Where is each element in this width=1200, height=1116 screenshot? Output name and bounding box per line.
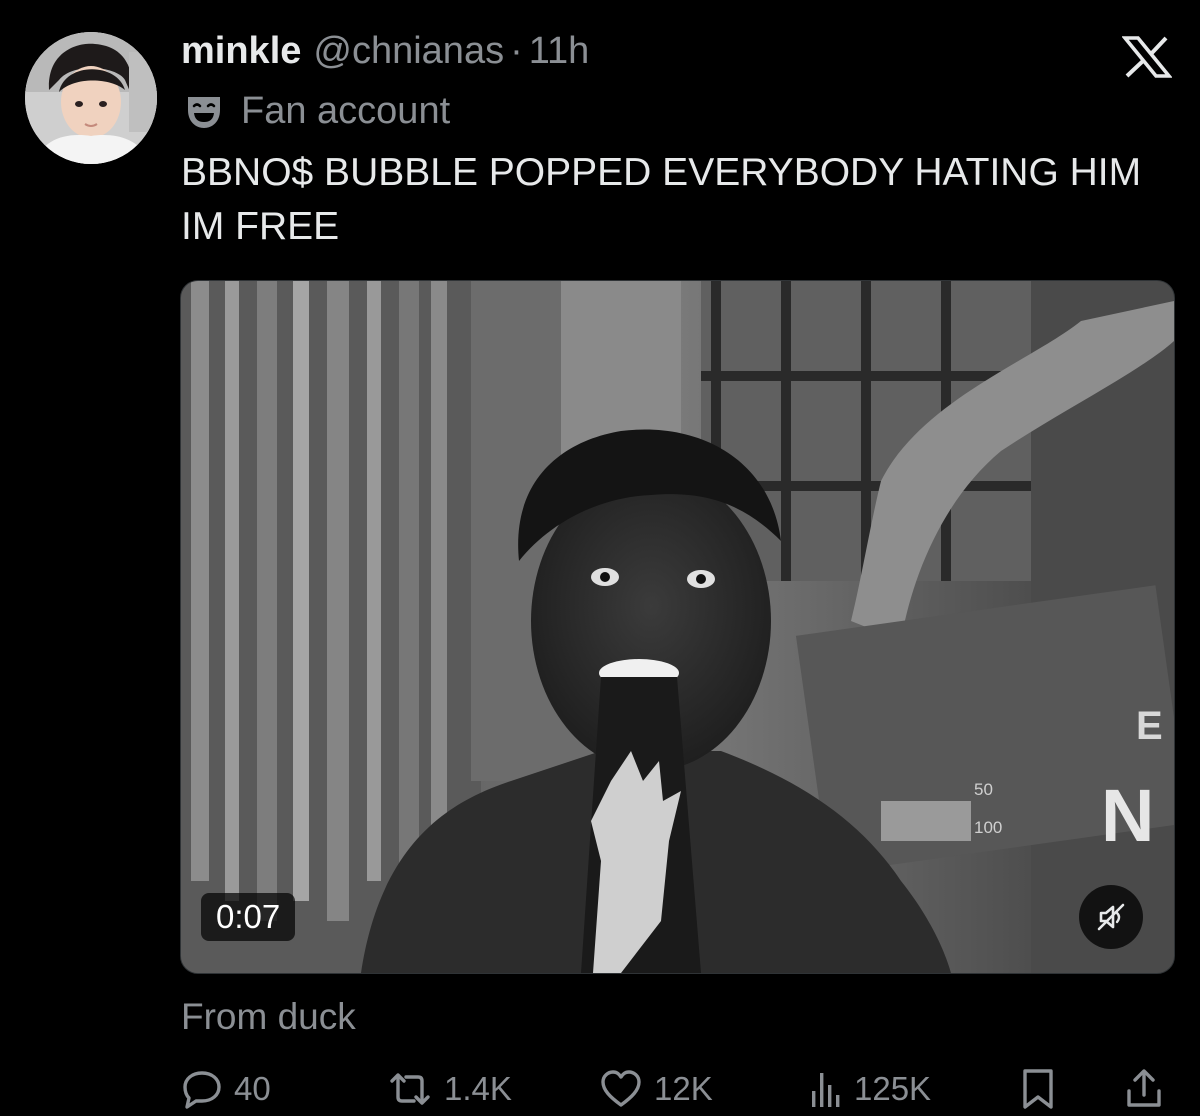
affiliation-label: Fan account (241, 89, 451, 132)
tweet-card: minkle @chnianas · 11h Fan account BBNO$… (0, 0, 1200, 1116)
scoreboard-top: 50 (974, 780, 993, 799)
repost-count: 1.4K (444, 1070, 512, 1107)
heart-icon (601, 1070, 641, 1107)
bookmark-button[interactable] (1018, 1062, 1058, 1116)
tweet-text: BBNO$ BUBBLE POPPED EVERYBODY HATING HIM… (181, 151, 1152, 248)
sign-text-bottom: N (1101, 774, 1154, 857)
view-count: 125K (854, 1070, 932, 1107)
video-source-attribution[interactable]: From duck (181, 996, 356, 1038)
bookmark-icon (1023, 1069, 1053, 1109)
display-name[interactable]: minkle (181, 30, 301, 73)
video-player[interactable]: 50 100 E N 0:07 (180, 280, 1175, 974)
like-button[interactable]: 12K (598, 1062, 713, 1116)
repost-button[interactable]: 1.4K (386, 1062, 512, 1116)
affiliation-badge: Fan account (181, 88, 450, 134)
timestamp[interactable]: 11h (529, 30, 590, 73)
sign-text-top: E (1136, 704, 1163, 748)
video-frame: 50 100 E N (181, 281, 1174, 973)
tweet-header: minkle @chnianas · 11h (181, 30, 589, 78)
bar-chart-icon (812, 1073, 840, 1107)
views-button[interactable]: 125K (810, 1062, 931, 1116)
drama-mask-icon (188, 97, 220, 128)
video-duration: 0:07 (201, 893, 296, 941)
reply-count: 40 (234, 1070, 271, 1107)
scoreboard-bottom: 100 (974, 818, 1002, 837)
separator-dot: · (510, 30, 523, 72)
repost-arrows-icon (390, 1073, 430, 1105)
mute-toggle-button[interactable] (1079, 885, 1143, 949)
user-handle[interactable]: @chnianas (313, 30, 504, 73)
action-bar: 40 1.4K 12K 125K (180, 1062, 1170, 1116)
avatar-image (25, 32, 157, 164)
reply-button[interactable]: 40 (180, 1062, 271, 1116)
speech-bubble-icon (183, 1071, 221, 1109)
share-button[interactable] (1124, 1062, 1164, 1116)
avatar[interactable] (25, 32, 157, 164)
speaker-muted-icon (1097, 903, 1125, 931)
x-logo-icon[interactable] (1122, 36, 1172, 78)
share-icon (1127, 1069, 1161, 1107)
like-count: 12K (654, 1070, 713, 1107)
